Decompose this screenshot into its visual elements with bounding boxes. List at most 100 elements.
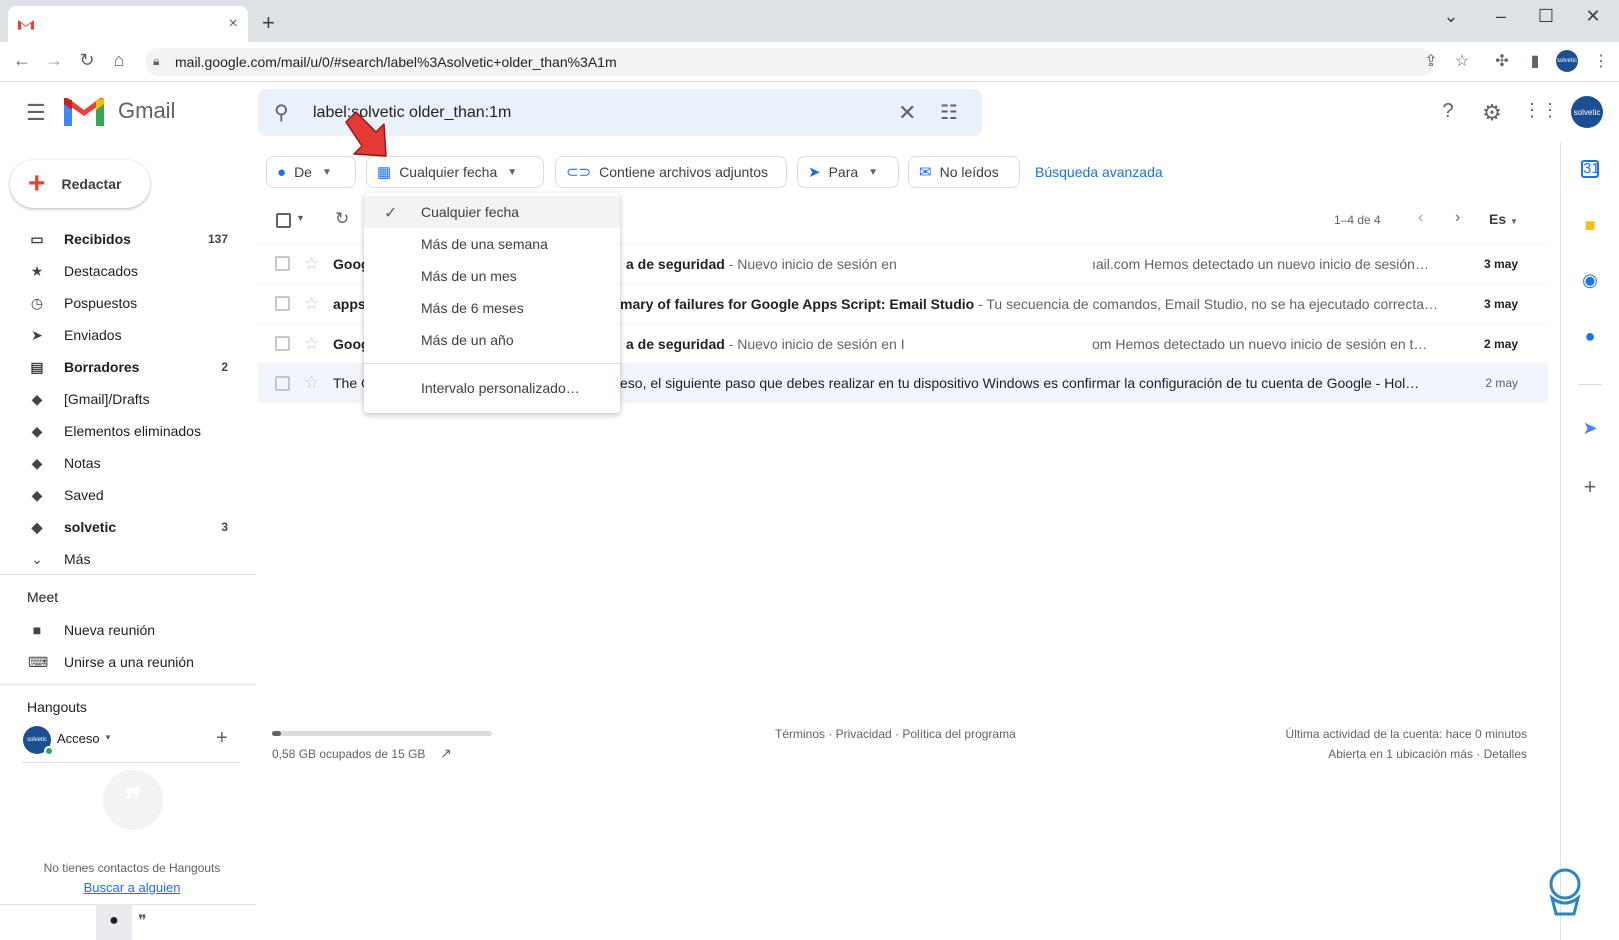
sidebar-item-label: Pospuestos: [64, 295, 138, 311]
menu-item-label: Más de un mes: [421, 268, 517, 284]
gmail-favicon-icon: [18, 20, 34, 30]
sidebar-item-destacados[interactable]: ★ Destacados: [0, 255, 256, 287]
bookmark-star-icon[interactable]: ☆: [1451, 51, 1473, 71]
refresh-icon[interactable]: ↻: [335, 209, 349, 229]
sidebar-item-label: [Gmail]/Drafts: [64, 391, 150, 407]
reload-icon[interactable]: ↻: [75, 50, 99, 71]
compose-button[interactable]: + Redactar: [10, 160, 150, 208]
minimize-button[interactable]: –: [1486, 6, 1516, 27]
select-options-chevron-icon[interactable]: ▼: [296, 213, 305, 223]
storage-bar-fill: [272, 731, 281, 736]
lock-icon[interactable]: 🔒︎: [153, 54, 159, 69]
next-page-icon[interactable]: ›: [1455, 209, 1460, 227]
row-checkbox[interactable]: [275, 336, 290, 351]
chip-label: De: [294, 164, 312, 180]
sidebar-item-recibidos[interactable]: ▭ Recibidos 137: [0, 223, 256, 255]
row-checkbox[interactable]: [275, 256, 290, 271]
solvetic-watermark-logo: [1549, 868, 1581, 916]
email-subject: a de seguridad - Nuevo inicio de sesión …: [626, 335, 905, 352]
star-icon[interactable]: ☆: [304, 294, 319, 314]
main-menu-icon[interactable]: ☰: [26, 100, 46, 126]
date-option-custom[interactable]: Intervalo personalizado…: [364, 372, 620, 404]
contacts-person-icon[interactable]: ●: [96, 904, 132, 940]
sidebar-item-notas[interactable]: ◆ Notas: [0, 447, 256, 479]
send-addon-icon[interactable]: ➤: [1578, 418, 1602, 442]
input-tools-button[interactable]: Es ▼: [1489, 211, 1518, 227]
details-link[interactable]: Abierta en 1 ubicación más · Detalles: [1328, 747, 1527, 761]
hangouts-chat-icon[interactable]: ❞: [138, 911, 147, 931]
row-checkbox[interactable]: [275, 375, 290, 391]
chip-label: Cualquier fecha: [399, 164, 498, 180]
share-icon[interactable]: ⇪: [1420, 51, 1442, 71]
previous-page-icon[interactable]: ‹: [1418, 209, 1423, 227]
help-icon[interactable]: ?: [1435, 100, 1461, 126]
date-option-month[interactable]: Más de un mes: [364, 260, 620, 292]
address-bar[interactable]: mail.google.com/mail/u/0/#search/label%3…: [145, 48, 1435, 76]
person-icon: ●: [277, 163, 287, 181]
date-option-week[interactable]: Más de una semana: [364, 228, 620, 260]
extensions-icon[interactable]: ✣: [1491, 51, 1513, 71]
close-tab-icon[interactable]: ×: [229, 15, 238, 33]
meet-item-label: Nueva reunión: [64, 622, 156, 638]
tab-search-icon[interactable]: ⌄: [1436, 6, 1466, 27]
get-addons-plus-icon[interactable]: +: [1578, 474, 1602, 499]
forward-icon[interactable]: →: [42, 50, 66, 71]
account-avatar[interactable]: solvetic: [1571, 96, 1603, 128]
maximize-button[interactable]: ☐: [1531, 6, 1561, 27]
tasks-app-icon[interactable]: ◉: [1578, 270, 1602, 294]
open-external-icon[interactable]: ↗: [440, 745, 452, 762]
filter-to-chip[interactable]: ➤ Para ▼: [797, 156, 899, 188]
close-window-button[interactable]: ✕: [1578, 6, 1608, 27]
sidebar-item-saved[interactable]: ◆ Saved: [0, 479, 256, 511]
hangouts-user-label[interactable]: Acceso: [57, 731, 100, 746]
advanced-search-link[interactable]: Búsqueda avanzada: [1035, 164, 1163, 180]
search-icon[interactable]: ⚲: [274, 100, 289, 125]
back-icon[interactable]: ←: [10, 50, 34, 71]
sidebar-item-label: Saved: [64, 487, 104, 503]
gmail-wordmark[interactable]: Gmail: [118, 98, 175, 124]
last-activity-text: Última actividad de la cuenta: hace 0 mi…: [1285, 727, 1527, 741]
settings-gear-icon[interactable]: ⚙: [1479, 100, 1505, 126]
home-icon[interactable]: ⌂: [107, 50, 131, 71]
filter-unread-chip[interactable]: ✉ No leídos: [908, 156, 1020, 188]
hangouts-status-dropdown-icon[interactable]: ▼: [104, 733, 112, 742]
url-text: mail.google.com/mail/u/0/#search/label%3…: [175, 54, 617, 70]
star-icon[interactable]: ☆: [304, 373, 319, 393]
sidebar-item-borradores[interactable]: ▤ Borradores 2: [0, 351, 256, 383]
contacts-app-icon[interactable]: ●: [1578, 326, 1602, 350]
search-options-icon[interactable]: ☷: [940, 100, 958, 125]
sidebar-item-solvetic[interactable]: ◆ solvetic 3: [0, 511, 256, 543]
add-hangout-icon[interactable]: +: [216, 727, 228, 750]
sidebar-item-elementos-eliminados[interactable]: ◆ Elementos eliminados: [0, 415, 256, 447]
new-tab-button[interactable]: +: [262, 10, 275, 36]
label-icon: ◆: [31, 454, 43, 471]
side-panel-icon[interactable]: ▮: [1524, 51, 1546, 71]
label-icon: ◆: [31, 518, 43, 535]
sidebar-item-mas[interactable]: ⌄ Más: [0, 543, 256, 575]
sidebar-item-gmail-drafts[interactable]: ◆ [Gmail]/Drafts: [0, 383, 256, 415]
date-option-year[interactable]: Más de un año: [364, 324, 620, 356]
date-option-any[interactable]: ✓ Cualquier fecha: [364, 196, 620, 228]
footer-links[interactable]: Términos · Privacidad · Política del pro…: [775, 727, 1016, 741]
meet-new-meeting[interactable]: ■ Nueva reunión: [0, 614, 256, 646]
select-all-checkbox[interactable]: [276, 213, 291, 228]
sidebar-item-enviados[interactable]: ➤ Enviados: [0, 319, 256, 351]
clear-search-icon[interactable]: ✕: [898, 100, 916, 126]
gmail-logo-icon[interactable]: [64, 98, 104, 126]
meet-join-meeting[interactable]: ⌨ Unirse a una reunión: [0, 646, 256, 678]
keep-app-icon[interactable]: ■: [1578, 215, 1602, 239]
apps-grid-icon[interactable]: ⋮⋮: [1523, 100, 1559, 126]
browser-tab[interactable]: ×: [8, 6, 248, 42]
sidebar-item-pospuestos[interactable]: ◷ Pospuestos: [0, 287, 256, 319]
calendar-app-icon[interactable]: 31: [1581, 160, 1600, 178]
date-option-6-months[interactable]: Más de 6 meses: [364, 292, 620, 324]
star-icon[interactable]: ☆: [304, 334, 319, 354]
browser-profile-avatar[interactable]: solvetic: [1556, 50, 1578, 72]
browser-menu-icon[interactable]: ⋮: [1590, 51, 1612, 71]
filter-attachments-chip[interactable]: ⊂⊃ Contiene archivos adjuntos: [555, 156, 787, 188]
row-checkbox[interactable]: [275, 296, 290, 311]
hangouts-find-link[interactable]: Buscar a alguien: [0, 880, 264, 895]
star-icon[interactable]: ☆: [304, 254, 319, 274]
send-icon: ➤: [31, 326, 43, 343]
sidebar-item-label: Enviados: [64, 327, 122, 343]
